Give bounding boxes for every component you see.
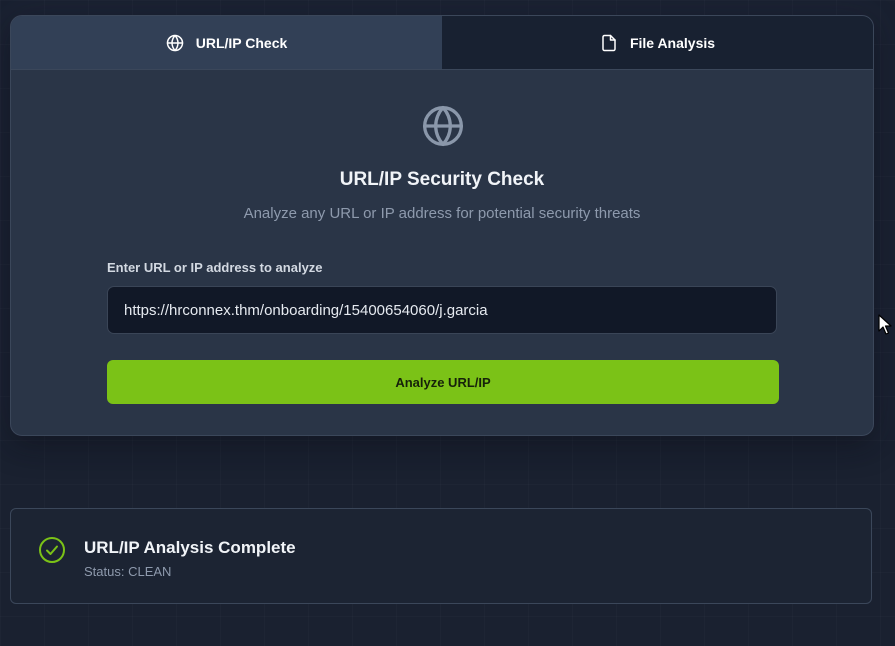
tab-label: URL/IP Check xyxy=(195,34,288,51)
analyze-button[interactable]: Analyze URL/IP xyxy=(107,360,779,404)
tab-bar: URL/IP Check File Analysis xyxy=(11,16,873,70)
tab-file-analysis[interactable]: File Analysis xyxy=(442,16,873,69)
url-input[interactable] xyxy=(107,286,777,334)
tab-url-ip-check[interactable]: URL/IP Check xyxy=(11,16,442,69)
globe-icon xyxy=(166,34,184,52)
file-icon xyxy=(600,34,618,52)
result-status: Status: CLEAN xyxy=(84,564,172,579)
tab-label: File Analysis xyxy=(629,34,716,51)
mouse-cursor-icon xyxy=(878,314,892,336)
globe-icon xyxy=(421,104,465,148)
url-check-card: URL/IP Check File Analysis URL/IP Securi… xyxy=(10,15,874,436)
page-title: URL/IP Security Check xyxy=(339,169,545,190)
page-subtitle: Analyze any URL or IP address for potent… xyxy=(243,205,641,222)
result-panel: URL/IP Analysis Complete Status: CLEAN xyxy=(10,508,872,604)
check-circle-icon xyxy=(38,536,66,564)
result-title: URL/IP Analysis Complete xyxy=(84,538,296,557)
page: URL/IP Check File Analysis URL/IP Securi… xyxy=(0,0,895,646)
url-input-label: Enter URL or IP address to analyze xyxy=(107,260,323,275)
